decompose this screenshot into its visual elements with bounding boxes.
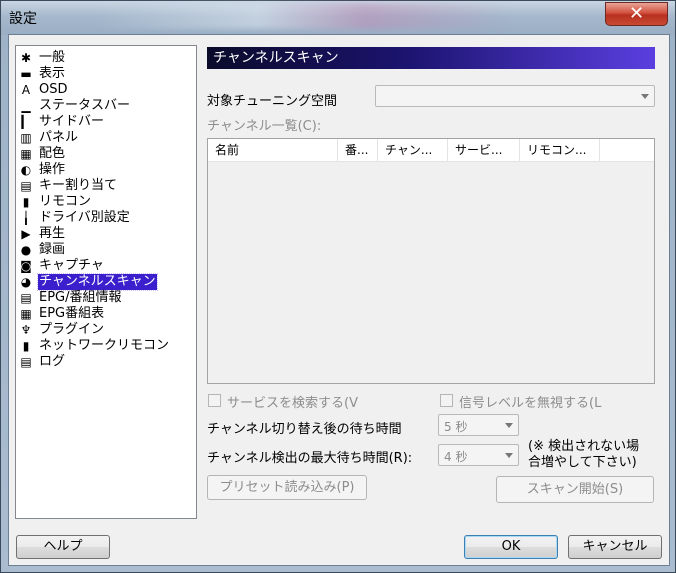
- mouse-icon: ◐: [20, 163, 32, 177]
- tree-item-label: 録画: [39, 242, 66, 257]
- tree-item[interactable]: ♆ プラグイン: [18, 322, 105, 338]
- cancel-button[interactable]: キャンセル: [568, 535, 662, 559]
- tree-item[interactable]: ▮ リモコン: [18, 194, 92, 210]
- column-number[interactable]: 番...: [338, 139, 378, 161]
- remote-icon: ▮: [22, 195, 30, 209]
- tree-item-label: 表示: [39, 66, 66, 81]
- palette-icon: ▦: [20, 147, 32, 161]
- panel-header: チャンネルスキャン: [207, 47, 655, 69]
- epg-table-icon: ▦: [20, 307, 32, 321]
- tree-item[interactable]: ▦ EPG番組表: [18, 306, 105, 322]
- column-name[interactable]: 名前: [208, 139, 338, 161]
- ok-button[interactable]: OK: [464, 535, 558, 559]
- wait-time-value: 5 秒: [444, 420, 468, 434]
- wait-note-line2: 合増やして下さい): [528, 455, 637, 470]
- tree-item-label: ネットワークリモコン: [39, 338, 170, 353]
- tree-item[interactable]: ● 録画: [18, 242, 66, 258]
- close-button[interactable]: ✕: [605, 2, 668, 26]
- ignore-signal-label: 信号レベルを無視する(L: [459, 396, 602, 411]
- help-button[interactable]: ヘルプ: [16, 535, 110, 559]
- tuning-space-select[interactable]: [375, 85, 655, 107]
- log-icon: ▤: [20, 355, 32, 369]
- record-icon: ●: [20, 243, 32, 257]
- column-channel[interactable]: チャン...: [378, 139, 448, 161]
- tree-item[interactable]: ◕ チャンネルスキャン: [18, 273, 158, 291]
- tree-item[interactable]: ▮ ネットワークリモコン: [18, 338, 170, 354]
- tree-item[interactable]: ◐ 操作: [18, 162, 66, 178]
- column-remote[interactable]: リモコン...: [520, 139, 600, 161]
- max-wait-value: 4 秒: [444, 450, 468, 464]
- tree-item[interactable]: ▶ 再生: [18, 226, 66, 242]
- play-icon: ▶: [21, 227, 31, 241]
- dialog-client-area: ✱ 一般 ▬ 表示 A OSD ▁ ステータスバー ▎ サイドバー ▥ パネル ▦ 配色 ◐ 操作 ▤ キー割り当…: [8, 34, 670, 566]
- max-wait-select[interactable]: 4 秒: [438, 444, 519, 466]
- tree-item-label: EPG/番組情報: [39, 290, 122, 305]
- ignore-signal-checkbox[interactable]: [440, 394, 453, 407]
- chevron-down-icon: [641, 94, 649, 99]
- window-title: 設定: [9, 11, 37, 27]
- tree-item-label: パネル: [39, 130, 79, 145]
- tree-item[interactable]: A OSD: [18, 82, 69, 98]
- tuning-space-label: 対象チューニング空間: [207, 94, 338, 109]
- chevron-down-icon: [505, 423, 513, 428]
- settings-category-tree[interactable]: ✱ 一般 ▬ 表示 A OSD ▁ ステータスバー ▎ サイドバー ▥ パネル ▦ 配色 ◐ 操作 ▤ キー割り当…: [15, 45, 197, 519]
- tree-item-label: リモコン: [39, 194, 92, 209]
- tree-item[interactable]: ▎ サイドバー: [18, 114, 105, 130]
- tree-item-label: チャンネルスキャン: [37, 273, 158, 291]
- title-bar-decoration: [91, 3, 511, 29]
- channel-list-header: 名前 番... チャン... サービ... リモコン...: [208, 139, 654, 162]
- tree-item[interactable]: ▤ EPG/番組情報: [18, 290, 123, 306]
- keyboard-icon: ▤: [20, 179, 32, 193]
- tree-item[interactable]: ▬ 表示: [18, 66, 66, 82]
- search-services-label: サービスを検索する(V: [227, 396, 358, 411]
- tree-item-label: ステータスバー: [39, 98, 131, 113]
- tree-item-label: プラグイン: [39, 322, 105, 337]
- tree-item-label: 操作: [39, 162, 66, 177]
- epg-icon: ▤: [20, 291, 32, 305]
- tree-item[interactable]: ▤ ログ: [18, 354, 66, 370]
- tree-item[interactable]: ╽ ドライバ別設定: [18, 210, 131, 226]
- sidebar-icon: ▎: [21, 115, 31, 129]
- title-bar[interactable]: 設定 ✕: [1, 1, 675, 35]
- tree-item[interactable]: ◙ キャプチャ: [18, 258, 105, 274]
- panel-icon: ▥: [20, 131, 32, 145]
- chevron-down-icon: [505, 453, 513, 458]
- camera-icon: ◙: [20, 259, 32, 273]
- scan-start-button[interactable]: スキャン開始(S): [496, 476, 654, 503]
- channel-scan-icon: ◕: [20, 275, 32, 289]
- tree-item-label: 再生: [39, 226, 66, 241]
- plugin-icon: ♆: [20, 323, 32, 337]
- tree-item-label: キャプチャ: [39, 258, 104, 273]
- column-service[interactable]: サービ...: [448, 139, 520, 161]
- tree-item-label: キー割り当て: [39, 178, 118, 193]
- search-services-checkbox[interactable]: [208, 394, 221, 407]
- tree-item-label: 配色: [39, 146, 66, 161]
- tree-item[interactable]: ✱ 一般: [18, 50, 66, 66]
- wait-time-label: チャンネル切り替え後の待ち時間: [207, 422, 402, 437]
- display-icon: ▬: [20, 67, 32, 81]
- statusbar-icon: ▁: [21, 99, 31, 113]
- close-icon: ✕: [628, 3, 645, 24]
- tree-item-label: OSD: [39, 82, 68, 97]
- preset-load-button[interactable]: プリセット読み込み(P): [207, 475, 367, 500]
- tree-item[interactable]: ▤ キー割り当て: [18, 178, 118, 194]
- max-wait-label: チャンネル検出の最大待ち時間(R):: [207, 451, 413, 466]
- tree-item-label: ドライバ別設定: [39, 210, 130, 225]
- tree-item[interactable]: ▥ パネル: [18, 130, 79, 146]
- tree-item[interactable]: ▁ ステータスバー: [18, 98, 131, 114]
- channel-list-label: チャンネル一覧(C):: [207, 119, 322, 134]
- tree-item-label: 一般: [39, 50, 66, 65]
- channel-list[interactable]: 名前 番... チャン... サービ... リモコン...: [207, 138, 655, 384]
- network-remote-icon: ▮: [22, 339, 30, 353]
- tree-item-label: サイドバー: [39, 114, 105, 129]
- gear-icon: ✱: [20, 51, 32, 65]
- tree-item-label: EPG番組表: [39, 306, 105, 321]
- driver-icon: ╽: [22, 211, 30, 225]
- tree-item-label: ログ: [39, 354, 66, 369]
- tree-item[interactable]: ▦ 配色: [18, 146, 66, 162]
- wait-time-select[interactable]: 5 秒: [438, 414, 519, 436]
- settings-dialog: 設定 ✕ ✱ 一般 ▬ 表示 A OSD ▁ ステータスバー ▎ サイドバー ▥ パネル ▦ 配色 ◐ 操作 ▤…: [0, 0, 676, 573]
- osd-icon: A: [21, 83, 31, 97]
